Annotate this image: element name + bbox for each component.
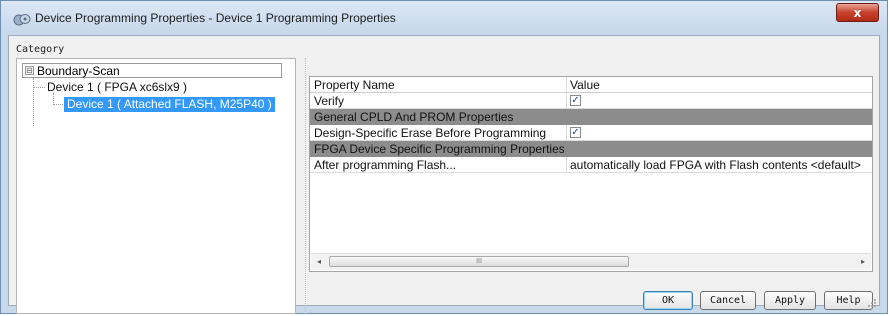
help-button[interactable]: Help (824, 291, 873, 310)
property-row-after-programming[interactable]: After programming Flash... automatically… (310, 157, 872, 173)
section-row-fpga: FPGA Device Specific Programming Propert… (310, 141, 872, 157)
value-header[interactable]: Value (570, 77, 600, 93)
dialog-client-area: Category ⊟ Boundary-Scan Device 1 ( FPGA… (8, 35, 880, 314)
horizontal-scrollbar[interactable]: ◂ III ▸ (311, 253, 871, 270)
category-tree[interactable]: ⊟ Boundary-Scan Device 1 ( FPGA xc6slx9 … (16, 58, 296, 314)
dialog-window: Device Programming Properties - Device 1… (0, 0, 888, 314)
grid-header-row: Property Name Value (310, 77, 872, 93)
verify-checkbox[interactable]: ✓ (570, 95, 581, 106)
ok-button[interactable]: OK (643, 291, 693, 310)
title-bar[interactable]: Device Programming Properties - Device 1… (1, 1, 887, 35)
cancel-button[interactable]: Cancel (700, 291, 756, 310)
scroll-right-icon[interactable]: ▸ (855, 254, 871, 270)
scroll-left-icon[interactable]: ◂ (311, 254, 327, 270)
window-title: Device Programming Properties - Device 1… (35, 11, 396, 25)
property-row-erase[interactable]: Design-Specific Erase Before Programming… (310, 125, 872, 141)
category-label: Category (16, 44, 65, 55)
close-icon: x (853, 5, 862, 20)
property-name-header[interactable]: Property Name (314, 77, 564, 93)
property-grid[interactable]: Property Name Value Verify ✓ General CPL… (309, 76, 873, 272)
property-name: Design-Specific Erase Before Programming (314, 126, 547, 140)
device-programming-icon (13, 12, 31, 26)
tree-node-fpga-device[interactable]: Device 1 ( FPGA xc6slx9 ) (47, 80, 187, 94)
tree-node-label: Boundary-Scan (37, 63, 120, 78)
property-name: Verify (314, 94, 345, 108)
section-row-cpld-prom: General CPLD And PROM Properties (310, 109, 872, 125)
tree-connector (33, 87, 45, 88)
erase-checkbox[interactable]: ✓ (570, 127, 581, 138)
apply-button[interactable]: Apply (764, 291, 816, 310)
pane-splitter[interactable] (305, 58, 307, 314)
section-title: General CPLD And PROM Properties (314, 110, 514, 124)
after-programming-value[interactable]: automatically load FPGA with Flash conte… (570, 157, 861, 173)
close-button[interactable]: x (836, 3, 879, 22)
property-row-verify[interactable]: Verify ✓ (310, 93, 872, 109)
resize-grip-icon[interactable] (867, 293, 877, 307)
property-name: After programming Flash... (314, 158, 457, 172)
scroll-thumb[interactable]: III (329, 256, 629, 267)
collapse-icon[interactable]: ⊟ (25, 66, 34, 75)
section-title: FPGA Device Specific Programming Propert… (314, 142, 564, 156)
tree-node-boundary-scan[interactable]: ⊟ Boundary-Scan (22, 63, 282, 78)
tree-connector (53, 104, 63, 105)
tree-connector (33, 78, 34, 126)
tree-node-attached-flash[interactable]: Device 1 ( Attached FLASH, M25P40 ) (64, 97, 275, 112)
